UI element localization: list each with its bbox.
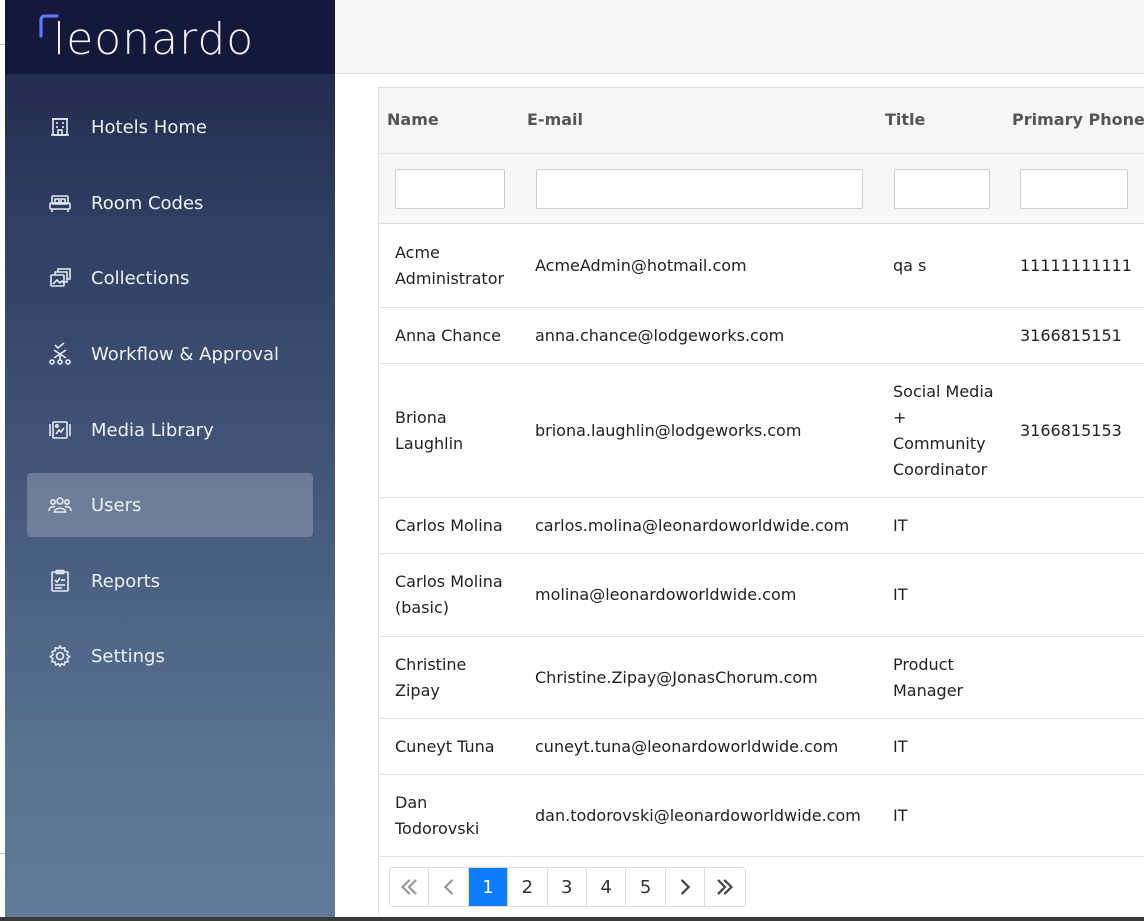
- cell-phone: [1020, 775, 1144, 856]
- column-header-email[interactable]: E-mail: [527, 110, 583, 129]
- double-chevron-left-icon: [401, 879, 417, 895]
- sidebar-item-label: Room Codes: [91, 192, 204, 214]
- table-row[interactable]: Acme Administrator AcmeAdmin@hotmail.com…: [379, 224, 1144, 308]
- hotel-icon: [47, 114, 73, 140]
- cell-email: carlos.molina@leonardoworldwide.com: [535, 515, 850, 535]
- cell-phone: [1020, 637, 1144, 718]
- app-window: leonardo Hotels Home Room Codes Collecti…: [0, 0, 1144, 921]
- cell-phone: 11111111111: [1020, 255, 1132, 275]
- top-bar: [335, 0, 1144, 74]
- sidebar-item-hotels-home[interactable]: Hotels Home: [27, 95, 313, 159]
- users-table: Name E-mail Title Primary Phone Acme Adm…: [378, 87, 1144, 915]
- cell-email: anna.chance@lodgeworks.com: [535, 325, 785, 345]
- double-chevron-right-icon: [717, 879, 733, 895]
- sidebar-item-label: Users: [91, 494, 142, 516]
- table-header: Name E-mail Title Primary Phone: [379, 88, 1144, 224]
- cell-title: Social Media + Community Coordinator: [893, 381, 994, 479]
- reports-icon: [47, 568, 73, 594]
- chevron-right-icon: [681, 879, 691, 895]
- filter-title-input[interactable]: [894, 169, 990, 209]
- sidebar: leonardo Hotels Home Room Codes Collecti…: [5, 0, 335, 917]
- page-button-5[interactable]: 5: [626, 868, 666, 906]
- brand-header: leonardo: [5, 0, 335, 74]
- sidebar-item-settings[interactable]: Settings: [27, 624, 313, 688]
- workflow-icon: [47, 341, 73, 367]
- cell-name: Briona Laughlin: [395, 407, 464, 453]
- column-header-phone[interactable]: Primary Phone: [1012, 110, 1144, 129]
- page-button-2[interactable]: 2: [508, 868, 548, 906]
- cell-name: Cuneyt Tuna: [395, 736, 495, 756]
- users-icon: [47, 492, 73, 518]
- cell-title: [893, 308, 1003, 363]
- sidebar-item-label: Reports: [91, 570, 161, 592]
- sidebar-item-workflow[interactable]: Workflow & Approval: [27, 322, 313, 386]
- cell-email: molina@leonardoworldwide.com: [535, 585, 797, 604]
- collections-icon: [47, 265, 73, 291]
- filter-email-input[interactable]: [536, 169, 863, 209]
- filter-phone-input[interactable]: [1020, 169, 1128, 209]
- table-row[interactable]: Briona Laughlin briona.laughlin@lodgewor…: [379, 364, 1144, 498]
- sidebar-item-label: Settings: [91, 645, 165, 667]
- cell-name: Carlos Molina (basic): [395, 572, 503, 617]
- cell-title: IT: [893, 736, 908, 756]
- first-page-button[interactable]: [390, 868, 430, 906]
- cell-title: qa s: [893, 255, 927, 275]
- cell-title: IT: [893, 585, 908, 604]
- chevron-left-icon: [443, 879, 453, 895]
- table-row[interactable]: Carlos Molina carlos.molina@leonardoworl…: [379, 498, 1144, 554]
- cell-name: Christine Zipay: [395, 654, 467, 700]
- cell-name: Dan Todorovski: [395, 792, 480, 838]
- sidebar-item-label: Collections: [91, 267, 190, 289]
- cell-phone: [1020, 719, 1144, 774]
- column-header-title[interactable]: Title: [885, 110, 925, 129]
- next-page-button[interactable]: [666, 868, 706, 906]
- logo-wordmark[interactable]: leonardo: [53, 14, 254, 66]
- cell-name: Anna Chance: [395, 325, 502, 345]
- page-button-1[interactable]: 1: [468, 868, 509, 906]
- sidebar-item-label: Workflow & Approval: [91, 343, 279, 365]
- cell-email: briona.laughlin@lodgeworks.com: [535, 420, 802, 440]
- taskbar-edge: [0, 917, 1144, 921]
- gear-icon: [47, 643, 73, 669]
- cell-phone: [1020, 554, 1144, 636]
- table-row[interactable]: Cuneyt Tuna cuneyt.tuna@leonardoworldwid…: [379, 719, 1144, 775]
- prev-page-button[interactable]: [429, 868, 469, 906]
- filter-name-input[interactable]: [395, 169, 505, 209]
- last-page-button[interactable]: [705, 868, 744, 906]
- sidebar-item-reports[interactable]: Reports: [27, 549, 313, 613]
- filter-row: [379, 153, 1144, 224]
- cell-phone: 3166815151: [1020, 325, 1122, 345]
- sidebar-item-label: Media Library: [91, 419, 214, 441]
- cell-name: Carlos Molina: [395, 515, 503, 535]
- sidebar-item-users[interactable]: Users: [27, 473, 313, 537]
- sidebar-item-media-library[interactable]: Media Library: [27, 398, 313, 462]
- page-button-3[interactable]: 3: [548, 868, 587, 906]
- cell-name: Acme Administrator: [395, 242, 505, 288]
- sidebar-item-room-codes[interactable]: Room Codes: [27, 171, 313, 235]
- cell-title: IT: [893, 515, 908, 535]
- cell-phone: [1020, 498, 1144, 553]
- cell-title: IT: [893, 805, 908, 825]
- media-icon: [47, 417, 73, 443]
- cell-email: AcmeAdmin@hotmail.com: [535, 255, 747, 275]
- pagination: 1 2 3 4 5: [389, 867, 746, 907]
- cell-email: dan.todorovski@leonardoworldwide.com: [535, 805, 861, 825]
- table-row[interactable]: Anna Chance anna.chance@lodgeworks.com 3…: [379, 308, 1144, 364]
- column-header-name[interactable]: Name: [387, 110, 439, 129]
- cell-email: cuneyt.tuna@leonardoworldwide.com: [535, 736, 839, 756]
- table-row[interactable]: Carlos Molina (basic) molina@leonardowor…: [379, 554, 1144, 637]
- table-row[interactable]: Dan Todorovski dan.todorovski@leonardowo…: [379, 775, 1144, 857]
- bed-icon: [47, 190, 73, 216]
- page-button-4[interactable]: 4: [587, 868, 627, 906]
- sidebar-item-label: Hotels Home: [91, 116, 207, 138]
- table-row[interactable]: Christine Zipay Christine.Zipay@JonasCho…: [379, 637, 1144, 719]
- cell-title: Product Manager: [893, 654, 964, 700]
- cell-email: Christine.Zipay@JonasChorum.com: [535, 667, 818, 687]
- cell-phone: 3166815153: [1020, 420, 1122, 440]
- sidebar-item-collections[interactable]: Collections: [27, 246, 313, 310]
